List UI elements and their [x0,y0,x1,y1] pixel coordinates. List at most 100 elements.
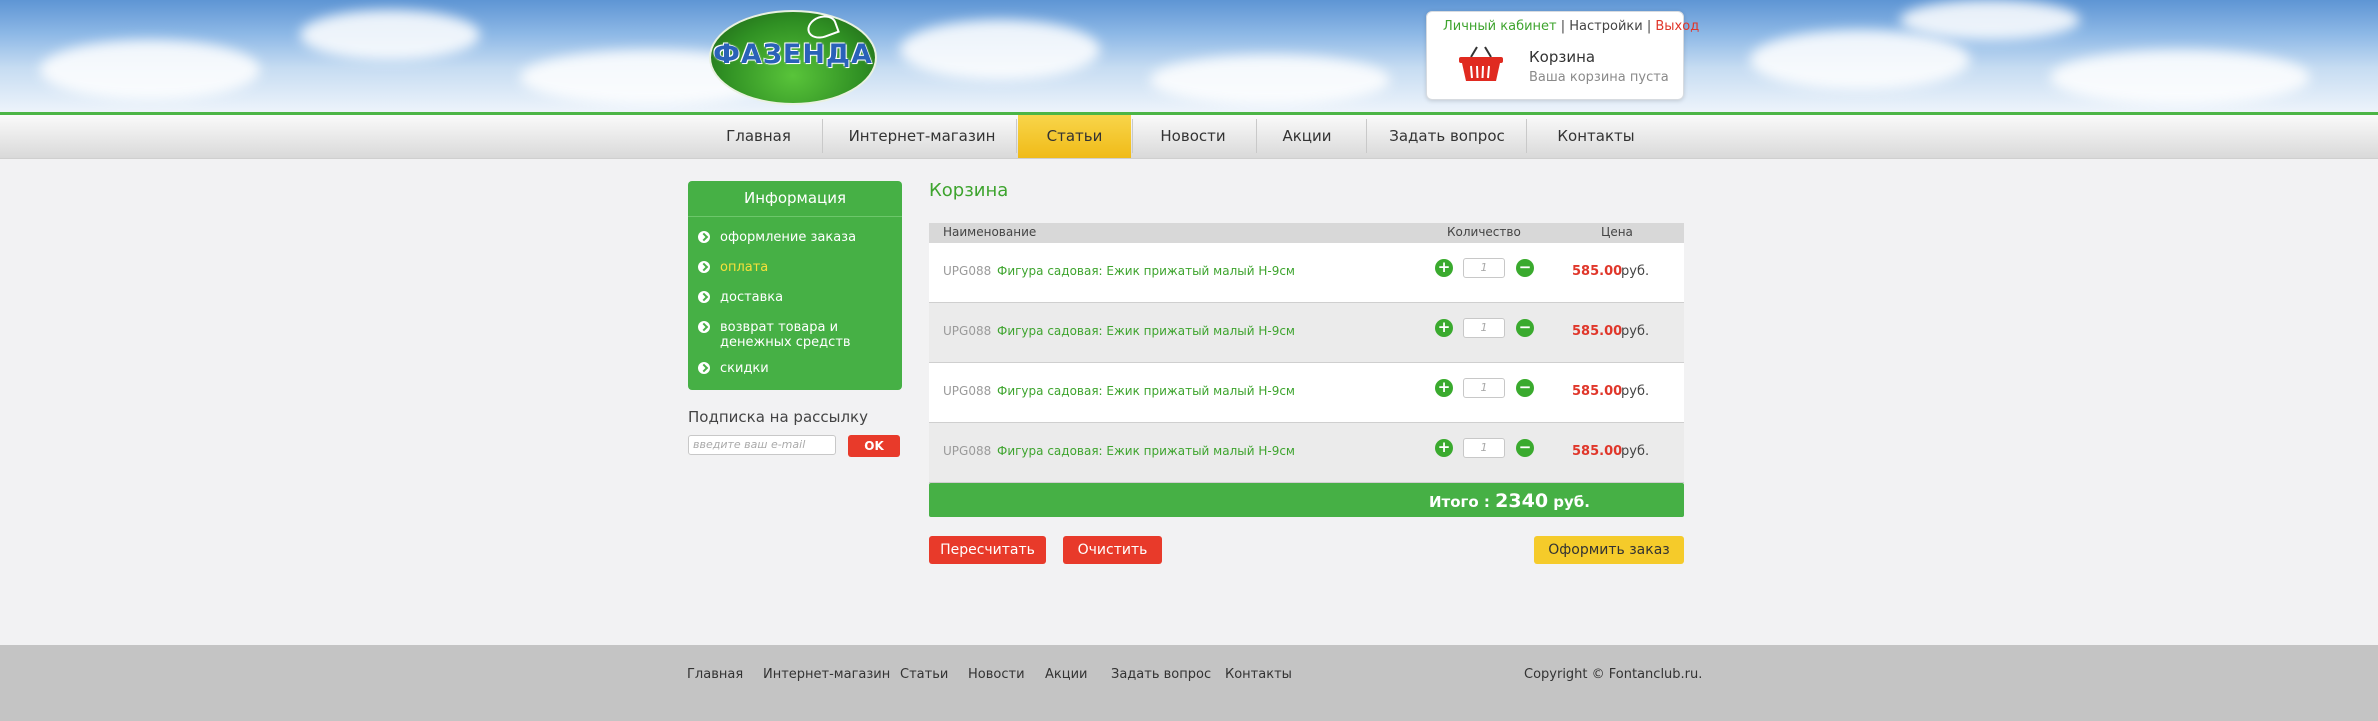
product-code: UPG088 [943,444,992,458]
account-link[interactable]: Личный кабинет [1443,19,1557,34]
column-header-price: Цена [1601,225,1633,239]
subscribe-ok-button[interactable]: OK [848,435,900,457]
cart-total: Итого : 2340 руб. [1429,490,1590,512]
minus-icon[interactable]: − [1516,259,1534,277]
table-row: UPG088 Фигура садовая: Ежик прижатый мал… [929,423,1684,483]
account-links: Личный кабинет | Настройки | Выход [1443,19,1699,34]
link-separator: | [1560,19,1566,34]
footer-link-articles[interactable]: Статьи [900,667,948,682]
footer: Главная Интернет-магазин Статьи Новости … [0,645,2378,721]
product-name-link[interactable]: Фигура садовая: Ежик прижатый малый H-9с… [997,444,1295,458]
sidebar-item-delivery[interactable]: доставка [698,290,898,305]
quantity-input[interactable]: 1 [1463,378,1505,398]
clear-button[interactable]: Очистить [1063,536,1162,564]
footer-link-contacts[interactable]: Контакты [1225,667,1292,682]
footer-link-news[interactable]: Новости [968,667,1025,682]
product-price: 585.00 [1572,384,1623,399]
table-row: UPG088 Фигура садовая: Ежик прижатый мал… [929,303,1684,363]
nav-item-contacts[interactable]: Контакты [1532,115,1660,158]
copyright: Copyright © Fontanclub.ru. [1524,667,1703,682]
plus-icon[interactable]: + [1435,439,1453,457]
sidebar-item-label: доставка [720,290,784,305]
nav-separator [1366,119,1367,153]
nav-item-home[interactable]: Главная [700,115,817,158]
column-header-name: Наименование [943,225,1037,239]
subscribe-title: Подписка на рассылку [688,408,868,426]
sidebar-item-label: возврат товара и денежных средств [720,320,851,350]
price-currency: руб. [1621,324,1650,339]
price-currency: руб. [1621,264,1650,279]
minus-icon[interactable]: − [1516,439,1534,457]
nav-item-ask[interactable]: Задать вопрос [1372,115,1522,158]
footer-link-promos[interactable]: Акции [1045,667,1088,682]
nav-item-shop[interactable]: Интернет-магазин [832,115,1012,158]
nav-separator [822,119,823,153]
nav-item-promos[interactable]: Акции [1262,115,1352,158]
arrow-right-icon [698,291,710,303]
arrow-right-icon [698,321,710,333]
email-field[interactable]: введите ваш e-mail [688,435,836,455]
quantity-input[interactable]: 1 [1463,438,1505,458]
product-name-link[interactable]: Фигура садовая: Ежик прижатый малый H-9с… [997,324,1295,338]
link-separator: | [1646,19,1652,34]
recalculate-button[interactable]: Пересчитать [929,536,1046,564]
product-price: 585.00 [1572,264,1623,279]
nav-item-news[interactable]: Новости [1138,115,1248,158]
sidebar-item-label: оформление заказа [720,230,857,245]
product-code: UPG088 [943,264,992,278]
nav-separator [1526,119,1527,153]
footer-link-ask[interactable]: Задать вопрос [1111,667,1211,682]
plus-icon[interactable]: + [1435,379,1453,397]
sidebar-item-label: оплата [720,260,769,275]
nav-separator [1132,119,1133,153]
plus-icon[interactable]: + [1435,319,1453,337]
sidebar-item-order[interactable]: оформление заказа [698,230,898,245]
quantity-input[interactable]: 1 [1463,318,1505,338]
logo-text: ФАЗЕНДА [713,39,873,70]
product-price: 585.00 [1572,324,1623,339]
table-row: UPG088 Фигура садовая: Ежик прижатый мал… [929,243,1684,303]
checkout-button[interactable]: Оформить заказ [1534,536,1684,564]
main-nav: Главная Интернет-магазин Статьи Новости … [0,115,2378,159]
cart-table-header: Наименование Количество Цена [929,223,1684,243]
price-currency: руб. [1621,384,1650,399]
footer-link-shop[interactable]: Интернет-магазин [763,667,890,682]
quantity-input[interactable]: 1 [1463,258,1505,278]
column-header-qty: Количество [1447,225,1521,239]
total-currency: руб. [1553,493,1590,511]
sidebar-item-payment[interactable]: оплата [698,260,898,275]
sidebar-item-label: скидки [720,361,769,376]
basket-icon[interactable] [1457,45,1505,83]
plus-icon[interactable]: + [1435,259,1453,277]
arrow-right-icon [698,231,710,243]
arrow-right-icon [698,261,710,273]
product-name-link[interactable]: Фигура садовая: Ежик прижатый малый H-9с… [997,264,1295,278]
price-currency: руб. [1621,444,1650,459]
account-cart-box: Личный кабинет | Настройки | Выход Корзи… [1426,11,1699,100]
site-logo[interactable]: ФАЗЕНДА [709,10,877,105]
minus-icon[interactable]: − [1516,379,1534,397]
info-sidebar: Информация оформление заказа оплата дост… [688,181,902,390]
mini-cart-status: Ваша корзина пуста [1529,70,1669,85]
logout-link[interactable]: Выход [1655,19,1699,34]
header-banner [0,0,2378,113]
minus-icon[interactable]: − [1516,319,1534,337]
footer-link-home[interactable]: Главная [687,667,743,682]
leaf-icon [804,11,840,43]
sidebar-item-discounts[interactable]: скидки [698,361,898,376]
info-title: Информация [688,181,902,217]
arrow-right-icon [698,362,710,374]
nav-separator [1016,119,1017,153]
table-row: UPG088 Фигура садовая: Ежик прижатый мал… [929,363,1684,423]
page-title: Корзина [929,180,1009,201]
product-price: 585.00 [1572,444,1623,459]
mini-cart-title[interactable]: Корзина [1529,48,1595,66]
nav-separator [1256,119,1257,153]
sidebar-item-returns[interactable]: возврат товара и денежных средств [698,320,898,350]
cart-total-bar: Итого : 2340 руб. [929,483,1684,517]
settings-link[interactable]: Настройки [1569,19,1642,34]
product-code: UPG088 [943,384,992,398]
total-value: 2340 [1495,490,1549,512]
product-name-link[interactable]: Фигура садовая: Ежик прижатый малый H-9с… [997,384,1295,398]
nav-item-articles[interactable]: Статьи [1018,115,1131,158]
